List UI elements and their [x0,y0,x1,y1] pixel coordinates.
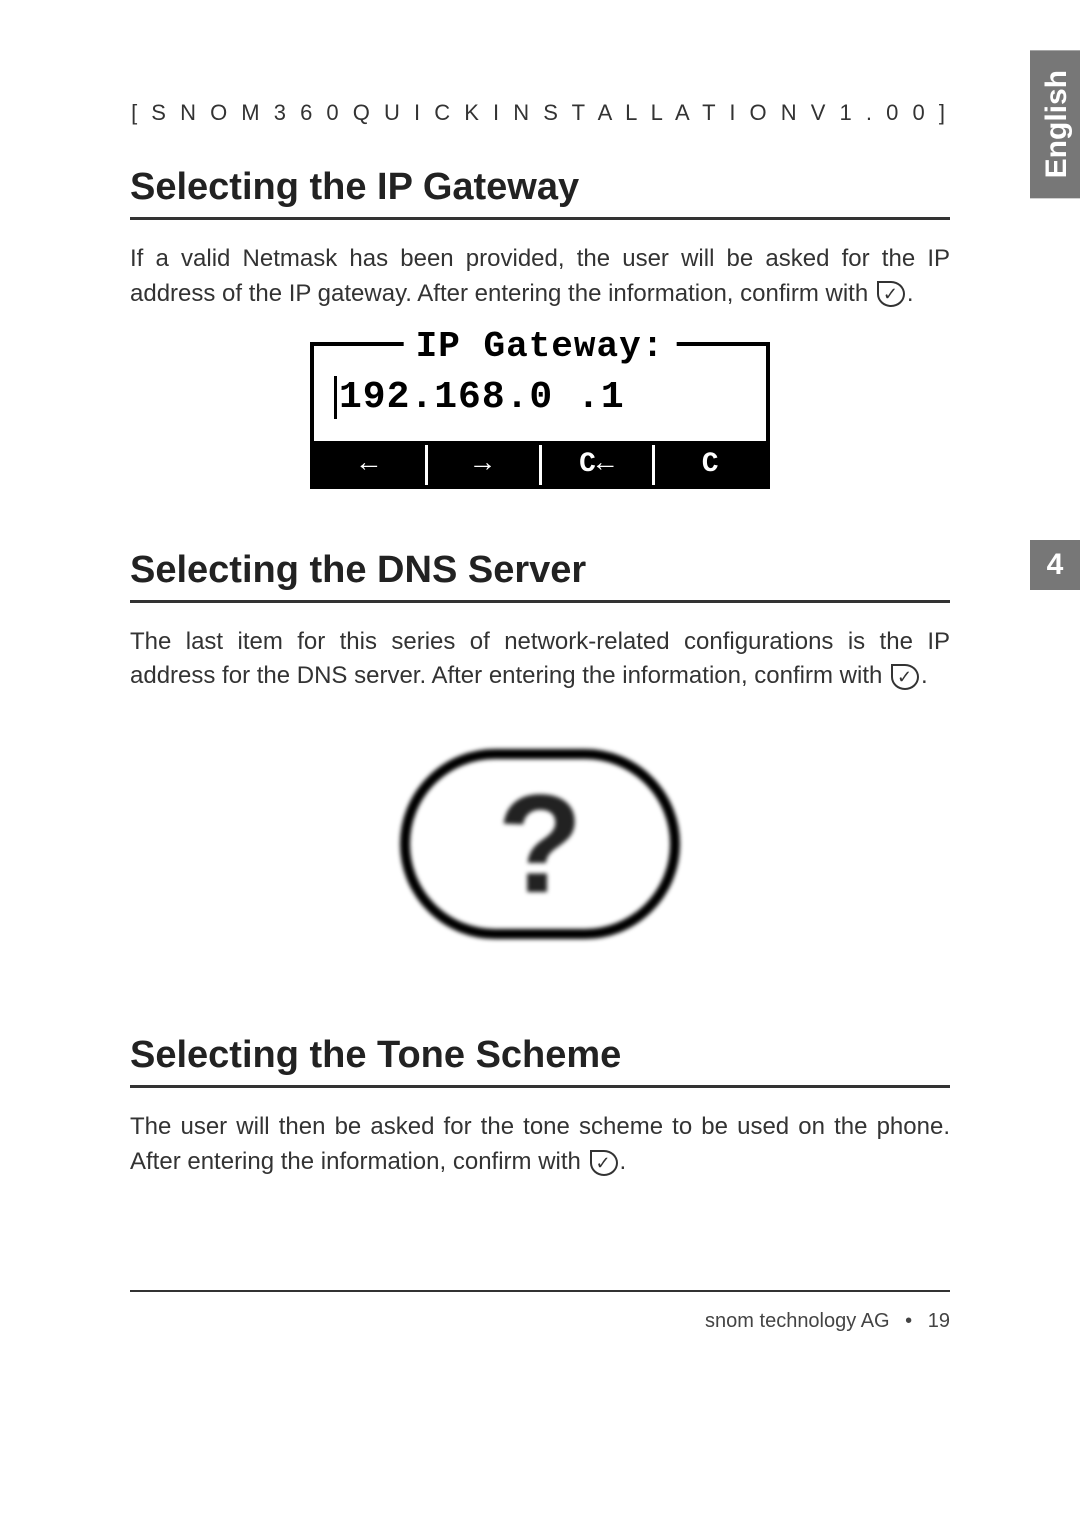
lcd-screen: IP Gateway: 192.168.0 .1 ← → C← C [310,342,770,489]
side-tab-chapter: 4 [1030,540,1080,590]
lcd-legend-label: IP Gateway: [404,326,677,367]
lcd-input-value: 192.168.0 .1 [334,358,746,419]
softkey-clear-back-icon[interactable]: C← [542,445,656,485]
section-divider [130,217,950,220]
softkey-clear-icon[interactable]: C [655,445,766,485]
lcd-frame: IP Gateway: 192.168.0 .1 [310,342,770,441]
footer-bullet: • [905,1310,912,1332]
softkey-right-arrow-icon[interactable]: → [428,445,542,485]
body-text: The user will then be asked for the tone… [130,1113,950,1175]
section-divider [130,600,950,603]
section-title-dns-server: Selecting the DNS Server [130,549,950,592]
page-footer: snom technology AG • 19 [130,1310,950,1333]
section-title-tone-scheme: Selecting the Tone Scheme [130,1034,950,1077]
lcd-softkey-row: ← → C← C [310,441,770,489]
page-header: [ S N O M 3 6 0 Q U I C K I N S T A L L … [130,60,950,126]
confirm-check-icon [877,281,905,307]
confirm-check-icon [590,1150,618,1176]
question-mark-figure: ? [380,724,700,964]
confirm-check-icon [891,664,919,690]
section-body-ip-gateway: If a valid Netmask has been provided, th… [130,242,950,312]
body-text-tail: . [921,662,928,689]
body-text: The last item for this series of network… [130,628,950,690]
body-text-tail: . [620,1148,627,1175]
lcd-value-text: 192.168.0 .1 [339,376,625,419]
footer-divider [130,1290,950,1292]
softkey-left-arrow-icon[interactable]: ← [314,445,428,485]
section-title-ip-gateway: Selecting the IP Gateway [130,166,950,209]
section-body-tone-scheme: The user will then be asked for the tone… [130,1110,950,1180]
body-text: If a valid Netmask has been provided, th… [130,245,950,307]
footer-page-number: 19 [928,1310,950,1332]
section-divider [130,1085,950,1088]
question-mark-border: ? [400,749,680,939]
side-tab-language: English [1030,50,1080,198]
footer-company: snom technology AG [705,1310,890,1332]
section-body-dns-server: The last item for this series of network… [130,625,950,695]
question-mark-icon: ? [497,763,583,925]
body-text-tail: . [907,280,914,307]
